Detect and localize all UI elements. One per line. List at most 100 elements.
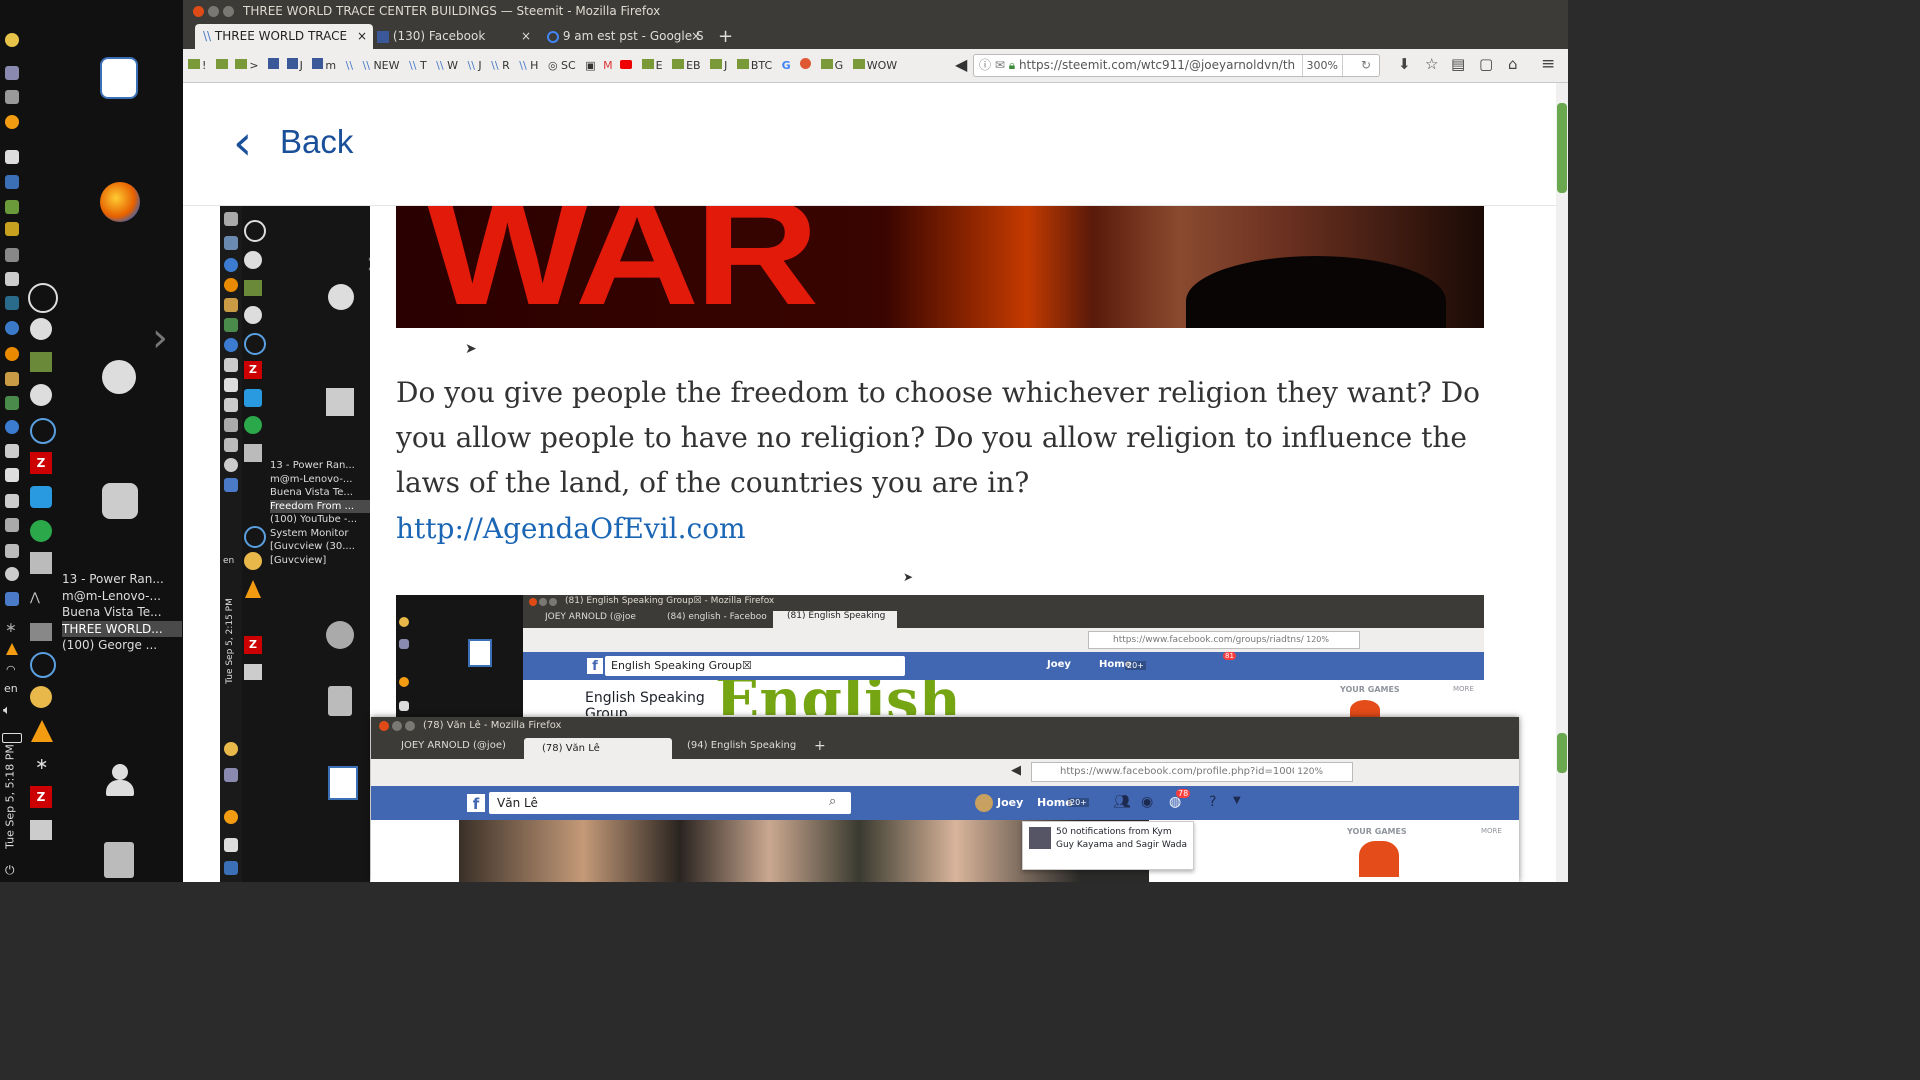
bitcoin-icon[interactable] — [5, 33, 19, 47]
close-icon[interactable] — [193, 6, 204, 17]
close-tab-icon[interactable]: × — [691, 24, 701, 49]
language-indicator[interactable]: en — [4, 682, 18, 695]
player-icon[interactable] — [5, 321, 19, 335]
permissions-icon[interactable]: ✉ — [995, 58, 1005, 72]
app-icon[interactable] — [30, 352, 52, 372]
filezilla-icon[interactable]: Z — [30, 452, 52, 474]
url-text[interactable]: https://steemit.com/wtc911/@joeyarnoldvn… — [1019, 58, 1295, 72]
facebook-icon[interactable] — [312, 58, 324, 69]
scrollbar-thumb[interactable] — [1557, 103, 1567, 193]
firefox-icon[interactable] — [100, 182, 140, 222]
steemit-icon[interactable]: \\ — [491, 59, 498, 72]
app-icon[interactable] — [5, 222, 19, 236]
folder-icon[interactable] — [710, 59, 723, 69]
bookmark[interactable]: EB — [686, 59, 701, 72]
bookmark[interactable]: WOW — [867, 59, 897, 72]
bookmark[interactable]: BTC — [751, 59, 772, 72]
bluetooth-icon[interactable]: ∗ — [5, 620, 17, 636]
app-icon[interactable]: ⋀ — [30, 590, 52, 610]
folder-icon[interactable] — [188, 59, 200, 69]
bookmark[interactable]: m — [325, 59, 336, 72]
window-list-item[interactable]: 13 - Power Ran... — [62, 571, 182, 588]
obs-icon[interactable] — [28, 283, 58, 313]
bookmark[interactable]: E — [656, 59, 663, 72]
window-list-item[interactable]: m@m-Lenovo-... — [62, 588, 182, 605]
window-list-item[interactable]: Buena Vista Te... — [62, 604, 182, 621]
vlc-icon[interactable] — [31, 720, 53, 742]
bookmark[interactable]: J — [300, 59, 303, 72]
bookmark[interactable]: H — [530, 59, 538, 72]
monitor-icon[interactable] — [5, 468, 19, 482]
text-document-icon[interactable] — [100, 57, 138, 99]
volume-icon[interactable]: 🔈︎ — [3, 703, 11, 718]
globe-icon[interactable]: ◎ — [548, 59, 558, 72]
app-icon[interactable] — [5, 272, 19, 286]
camera-icon[interactable] — [30, 384, 52, 406]
steemit-icon[interactable]: \\ — [363, 59, 370, 72]
window-titlebar[interactable]: THREE WORLD TRACE CENTER BUILDINGS — Ste… — [183, 0, 1568, 22]
bookmark[interactable]: J — [724, 59, 727, 72]
app-icon[interactable] — [5, 248, 19, 262]
filezilla-icon[interactable]: Z — [30, 786, 52, 808]
folder-icon[interactable] — [736, 59, 749, 69]
trash-icon[interactable] — [104, 842, 134, 878]
reload-icon[interactable]: ↻ — [1361, 55, 1371, 76]
bookmark[interactable]: ! — [202, 59, 206, 72]
send-icon[interactable] — [30, 520, 52, 542]
new-tab-button[interactable]: + — [718, 24, 738, 49]
maximize-icon[interactable] — [223, 6, 234, 17]
download-icon[interactable]: ⬇ — [1398, 55, 1411, 73]
google-bookmark[interactable]: G — [782, 59, 791, 72]
app-icon[interactable] — [30, 552, 52, 574]
app-icon[interactable] — [30, 623, 52, 641]
folder-icon[interactable] — [215, 59, 228, 69]
folder-icon[interactable] — [820, 59, 833, 69]
back-link[interactable]: Back — [280, 123, 353, 161]
scrollbar-thumb[interactable] — [1557, 733, 1567, 773]
spreadsheet-icon[interactable] — [5, 200, 19, 214]
app-icon[interactable] — [5, 66, 19, 80]
folder-icon[interactable] — [672, 59, 685, 69]
home-icon[interactable]: ⌂ — [1508, 55, 1518, 73]
app-icon[interactable] — [30, 820, 52, 840]
window-list[interactable]: 13 - Power Ran... m@m-Lenovo-... Buena V… — [62, 571, 182, 654]
folder-icon[interactable] — [5, 372, 19, 386]
bookmark[interactable]: > — [249, 59, 258, 72]
vlc-icon[interactable] — [6, 643, 18, 655]
bookmark[interactable]: J — [478, 59, 481, 72]
back-chevron-icon[interactable]: ‹ — [233, 119, 252, 167]
bookmark[interactable]: G — [835, 59, 844, 72]
bitcoin-icon[interactable] — [30, 686, 52, 708]
bookmark[interactable]: W — [447, 59, 458, 72]
app-icon[interactable] — [5, 494, 19, 508]
window-list-item[interactable]: (100) George ... — [62, 637, 182, 654]
app-icon[interactable] — [5, 444, 19, 458]
atom-icon[interactable] — [30, 652, 56, 678]
eject-icon[interactable] — [5, 90, 19, 104]
bookmark-star-icon[interactable]: ☆ — [1425, 55, 1438, 73]
info-icon[interactable]: ⓘ — [979, 58, 991, 72]
agenda-link[interactable]: http://AgendaOfEvil.com — [396, 506, 746, 551]
archive-icon[interactable] — [102, 483, 138, 519]
calendar-icon[interactable] — [5, 175, 19, 189]
clock[interactable]: Tue Sep 5, 5:18 PM — [4, 727, 17, 867]
steemit-icon[interactable]: \\ — [346, 59, 353, 72]
chromium-icon[interactable] — [5, 420, 19, 434]
folder-icon[interactable] — [852, 59, 865, 69]
close-tab-icon[interactable]: × — [521, 24, 531, 49]
scrollbar-lower[interactable] — [1556, 733, 1568, 882]
bookmark[interactable]: T — [420, 59, 427, 72]
bookmark[interactable]: NEW — [373, 59, 399, 72]
app-icon[interactable] — [30, 318, 52, 340]
close-tab-icon[interactable]: × — [357, 24, 367, 49]
bookmark[interactable]: SC — [561, 59, 576, 72]
back-arrow-icon[interactable]: ◀ — [955, 55, 967, 74]
youtube-icon[interactable]: ▢ — [1479, 55, 1493, 73]
tab-steemit[interactable]: \\ THREE WORLD TRACE × — [195, 24, 373, 49]
steemit-icon[interactable]: \\ — [467, 59, 474, 72]
bitcoin-icon[interactable] — [5, 115, 19, 129]
minimize-icon[interactable] — [208, 6, 219, 17]
atom-icon[interactable] — [30, 418, 56, 444]
app-icon[interactable] — [30, 486, 52, 508]
system-monitor-icon[interactable] — [5, 296, 19, 310]
